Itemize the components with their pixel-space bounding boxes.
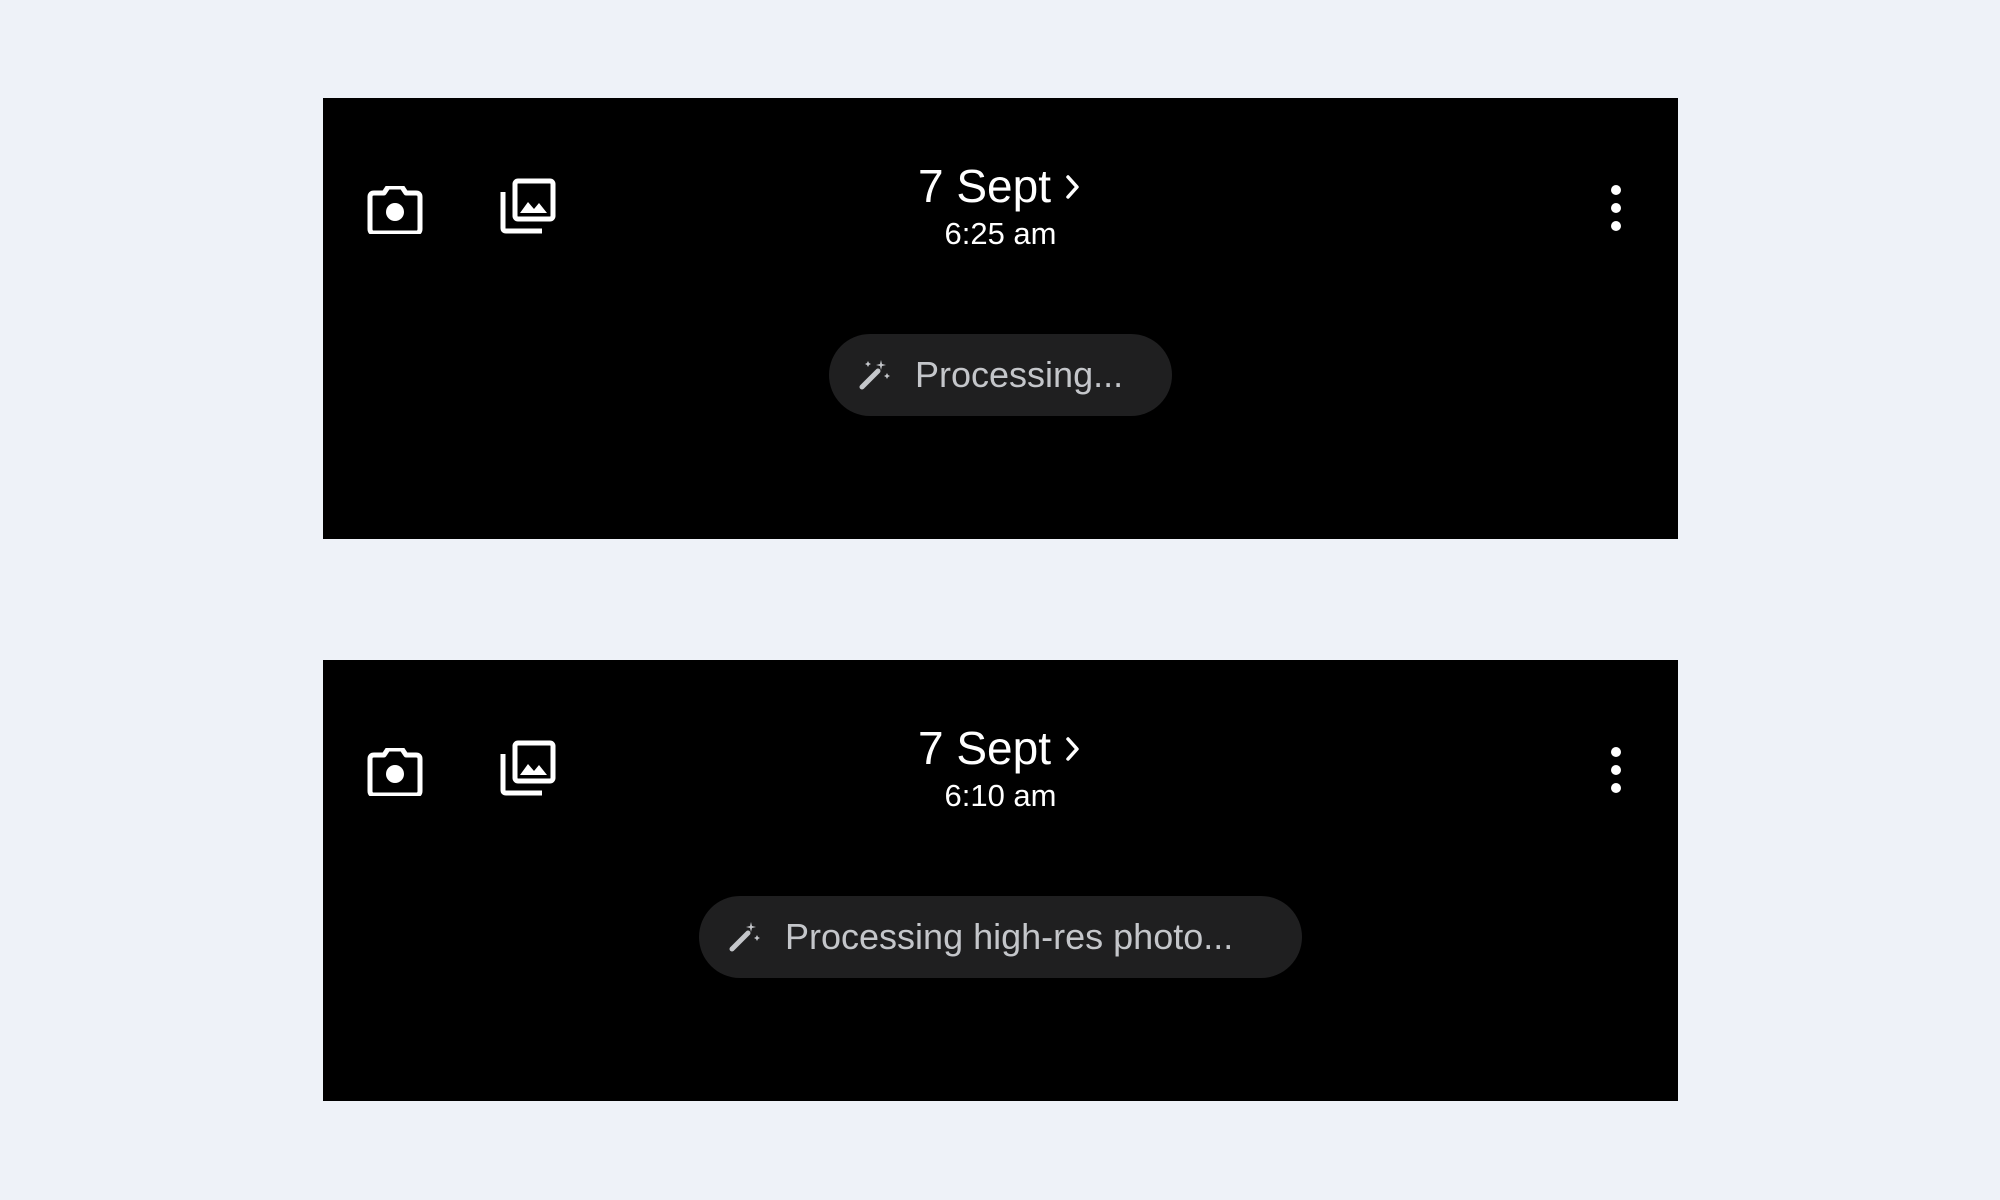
processing-status-pill: Processing...: [829, 334, 1172, 416]
time-label: 6:25 am: [944, 216, 1057, 251]
time-label: 6:10 am: [944, 778, 1057, 813]
date-time-header[interactable]: 7 Sept 6:10 am: [323, 722, 1678, 816]
processing-status-pill: Processing high-res photo...: [699, 896, 1302, 978]
viewer-top-bar-2: 7 Sept 6:10 am Processing high-res photo…: [323, 660, 1678, 1101]
viewer-top-bar-1: 7 Sept 6:25 am Processing...: [323, 98, 1678, 539]
more-vert-icon: [1611, 185, 1621, 231]
processing-status-text: Processing...: [915, 354, 1124, 395]
magic-wand-icon: [729, 922, 760, 952]
date-time-header[interactable]: 7 Sept 6:25 am: [323, 160, 1678, 254]
more-vert-icon: [1611, 747, 1621, 793]
processing-status-text: Processing high-res photo...: [785, 916, 1234, 957]
more-options-button[interactable]: [1580, 734, 1652, 806]
chevron-right-icon: [1066, 175, 1079, 199]
more-options-button[interactable]: [1580, 172, 1652, 244]
date-label: 7 Sept: [918, 160, 1051, 212]
magic-wand-icon: [859, 360, 890, 390]
date-label: 7 Sept: [918, 722, 1051, 774]
chevron-right-icon: [1066, 737, 1079, 761]
